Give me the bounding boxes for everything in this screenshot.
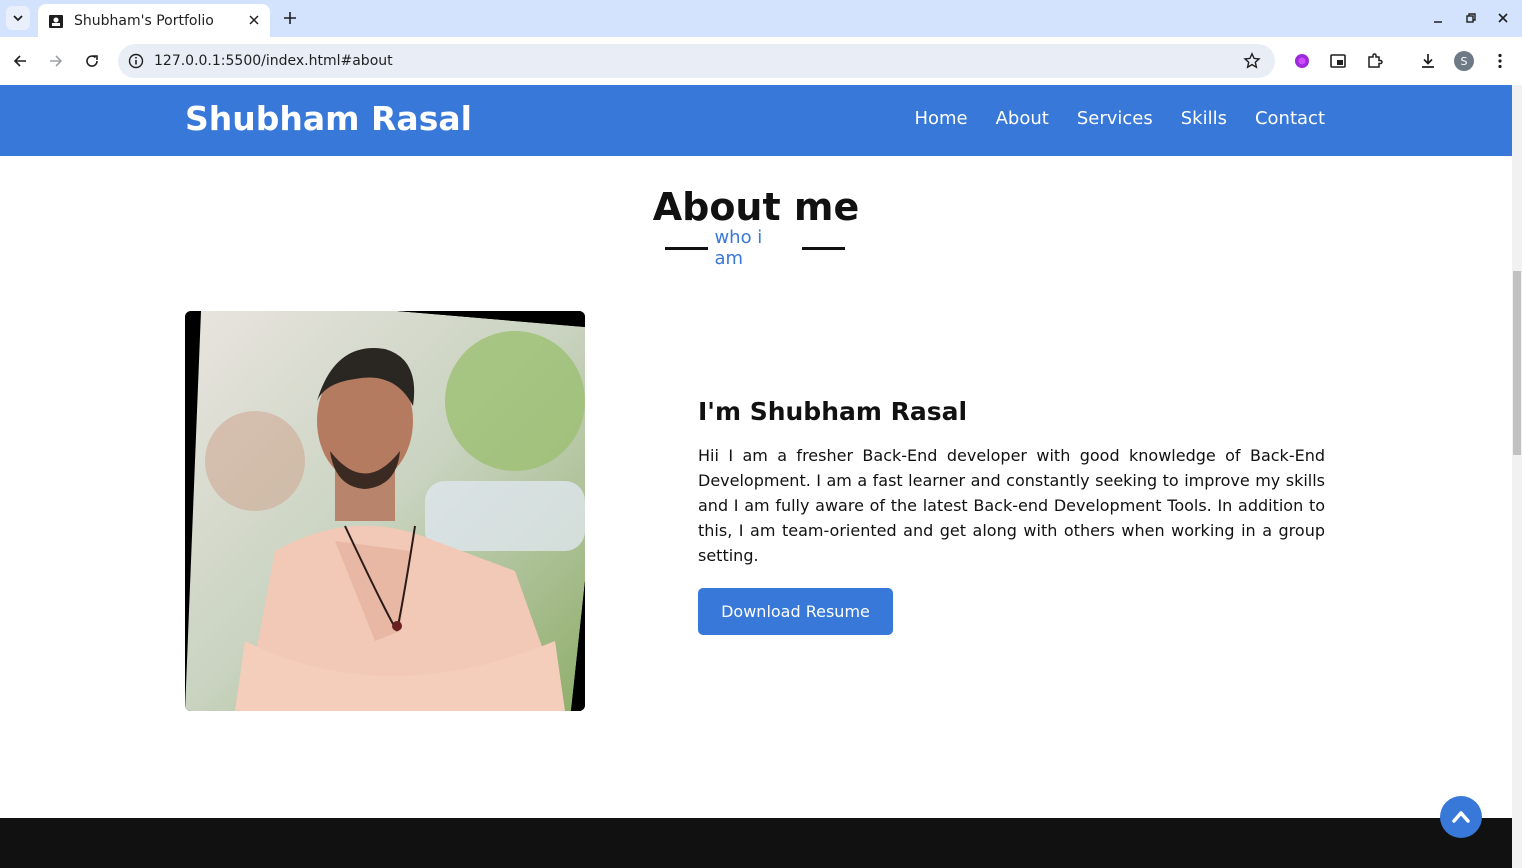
info-icon[interactable] — [128, 53, 144, 69]
plus-icon — [284, 12, 296, 24]
extension-color-icon — [1295, 54, 1309, 68]
page-scrollbar[interactable] — [1512, 85, 1522, 868]
about-section-title: About me — [652, 185, 860, 229]
close-icon — [1498, 13, 1508, 23]
minimize-icon — [1434, 21, 1442, 23]
favicon-icon — [49, 14, 63, 28]
browser-tab-strip: Shubham's Portfolio — [0, 0, 1522, 37]
new-tab-button[interactable] — [280, 8, 300, 28]
download-icon — [1422, 54, 1434, 68]
picture-in-picture-button[interactable] — [1328, 51, 1348, 71]
browser-toolbar: 127.0.0.1:5500/index.html#about — [0, 37, 1522, 85]
site-menu: Home About Services Skills Contact — [886, 108, 1325, 129]
picture-in-picture-icon — [1330, 54, 1346, 68]
scrollbar-thumb[interactable] — [1513, 271, 1521, 455]
close-icon — [249, 15, 259, 25]
subtitle-divider-left — [665, 246, 709, 250]
bookmark-star-icon[interactable] — [1243, 52, 1261, 70]
tab-search-button[interactable] — [6, 6, 30, 30]
profile-avatar[interactable]: S — [1454, 51, 1474, 71]
about-subtitle: who i am — [714, 227, 763, 269]
chevron-down-icon — [13, 15, 23, 22]
reload-icon — [86, 55, 98, 67]
extensions-button[interactable] — [1365, 51, 1385, 71]
reload-button[interactable] — [80, 49, 104, 73]
about-heading: I'm Shubham Rasal — [698, 397, 968, 426]
next-section-band — [0, 818, 1512, 868]
nav-skills-link[interactable]: Skills — [1181, 108, 1227, 129]
downloads-button[interactable] — [1418, 51, 1438, 71]
browser-tab[interactable]: Shubham's Portfolio — [38, 4, 270, 37]
site-brand[interactable]: Shubham Rasal — [185, 99, 472, 138]
profile-photo — [185, 311, 585, 711]
nav-contact-link[interactable]: Contact — [1255, 108, 1325, 129]
restore-icon — [1466, 13, 1476, 23]
nav-services-link[interactable]: Services — [1077, 108, 1153, 129]
restore-button[interactable] — [1463, 10, 1479, 26]
more-vertical-icon — [1498, 53, 1502, 69]
page-viewport: Shubham Rasal Home About Services Skills… — [0, 85, 1512, 868]
address-bar[interactable]: 127.0.0.1:5500/index.html#about — [118, 44, 1275, 78]
forward-button[interactable] — [44, 49, 68, 73]
about-subtitle-row: who i am — [665, 227, 845, 269]
minimize-button[interactable] — [1430, 10, 1446, 26]
arrow-right-icon — [50, 55, 63, 67]
about-paragraph: Hii I am a fresher Back-End developer wi… — [698, 446, 1325, 565]
tab-close-button[interactable] — [246, 12, 262, 28]
nav-home-link[interactable]: Home — [914, 108, 967, 129]
subtitle-divider-right — [801, 246, 845, 250]
download-resume-button[interactable]: Download Resume — [698, 588, 893, 635]
scroll-to-top-button[interactable] — [1440, 796, 1482, 838]
back-button[interactable] — [8, 49, 32, 73]
close-window-button[interactable] — [1495, 10, 1511, 26]
tab-title: Shubham's Portfolio — [74, 12, 214, 29]
url-text: 127.0.0.1:5500/index.html#about — [154, 53, 393, 69]
site-navbar: Shubham Rasal Home About Services Skills… — [0, 85, 1512, 156]
nav-about-link[interactable]: About — [996, 108, 1049, 129]
arrow-left-icon — [13, 55, 26, 67]
chevron-up-icon — [1452, 811, 1470, 823]
profile-photo-image — [185, 311, 585, 711]
puzzle-icon — [1368, 53, 1383, 68]
extension-button[interactable] — [1292, 51, 1312, 71]
menu-button[interactable] — [1490, 51, 1510, 71]
